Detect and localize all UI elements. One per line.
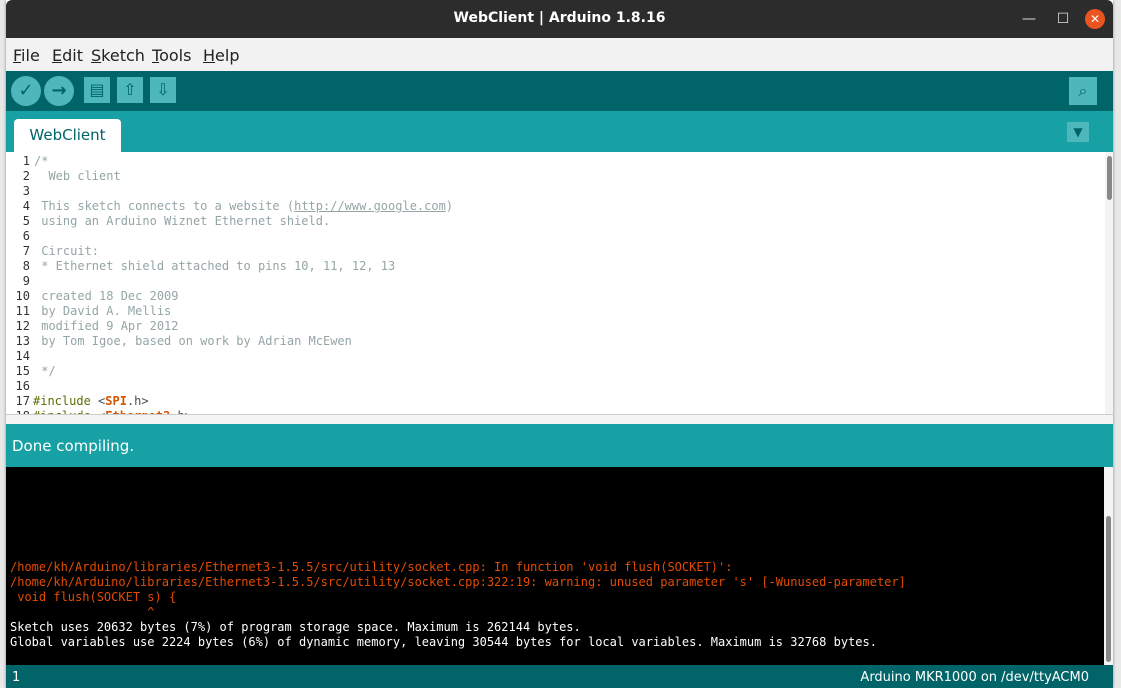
code-token: #include	[33, 394, 91, 408]
menu-tools-label: ools	[159, 46, 192, 65]
code-line: */	[34, 364, 56, 378]
line-number: 2	[22, 169, 30, 183]
console-error-line: /home/kh/Arduino/libraries/Ethernet3-1.5…	[10, 560, 733, 574]
tab-strip: WebClient ▼	[6, 111, 1113, 152]
verify-icon[interactable]: ✓	[11, 76, 41, 106]
line-number: 1	[22, 154, 30, 168]
menu-file-label: ile	[21, 46, 40, 65]
line-number: 6	[22, 229, 30, 243]
code-line: created 18 Dec 2009	[34, 289, 179, 303]
arduino-window: WebClient | Arduino 1.8.16 — ☐ ✕ File Ed…	[6, 0, 1113, 688]
desktop-background-right	[1113, 0, 1121, 688]
code-line: * Ethernet shield attached to pins 10, 1…	[34, 259, 396, 273]
line-number: 5	[22, 214, 30, 228]
line-number: 12	[15, 319, 30, 333]
title-bar[interactable]: WebClient | Arduino 1.8.16 — ☐ ✕	[6, 0, 1113, 38]
code-line: Circuit:	[34, 244, 100, 258]
save-sketch-icon[interactable]: ⇩	[150, 77, 176, 103]
code-line: using an Arduino Wiznet Ethernet shield.	[34, 214, 331, 228]
console-error-line: /home/kh/Arduino/libraries/Ethernet3-1.5…	[10, 575, 906, 589]
tab-menu-icon[interactable]: ▼	[1067, 122, 1089, 142]
tab-webclient[interactable]: WebClient	[14, 119, 121, 152]
line-number: 10	[15, 289, 30, 303]
menu-bar: File Edit Sketch Tools Help	[6, 38, 1113, 71]
line-number: 7	[22, 244, 30, 258]
code-line: This sketch connects to a website (http:…	[34, 199, 453, 214]
code-line: by Tom Igoe, based on work by Adrian McE…	[34, 334, 352, 348]
close-icon[interactable]: ✕	[1085, 9, 1105, 29]
menu-edit[interactable]: Edit	[52, 46, 83, 65]
editor-scrollbar-thumb[interactable]	[1107, 156, 1112, 200]
code-editor[interactable]: 1 /* 2 Web client 3 4 This sketch connects t…	[6, 152, 1113, 414]
window-title: WebClient | Arduino 1.8.16	[453, 10, 666, 26]
code-token: <	[90, 394, 106, 408]
open-sketch-icon[interactable]: ⇧	[117, 77, 143, 103]
code-line: Web client	[34, 169, 121, 183]
menu-help[interactable]: Help	[203, 46, 239, 65]
menu-help-label: elp	[215, 46, 240, 65]
line-number: 9	[22, 274, 30, 288]
toolbar: ✓ → ▤ ⇧ ⇩ ⌕	[6, 71, 1113, 111]
bottom-info-bar: 1 Arduino MKR1000 on /dev/ttyACM0	[6, 665, 1113, 688]
code-line: #include <SPI.h>	[33, 394, 149, 409]
status-message: Done compiling.	[12, 437, 135, 455]
line-number: 15	[15, 364, 30, 378]
menu-sketch[interactable]: Sketch	[91, 46, 145, 65]
menu-edit-mnemonic: E	[52, 46, 63, 65]
menu-file-mnemonic: F	[13, 46, 22, 65]
console-output-line: Sketch uses 20632 bytes (7%) of program …	[10, 620, 581, 634]
code-line: by David A. Mellis	[34, 304, 172, 318]
line-number: 3	[22, 184, 30, 198]
code-token: This sketch connects to a website (	[34, 199, 295, 213]
code-link[interactable]: http://www.google.com	[294, 199, 446, 213]
cursor-line-number: 1	[12, 670, 21, 685]
line-number: 14	[15, 349, 30, 363]
line-number: 13	[15, 334, 30, 348]
status-bar: Done compiling.	[6, 424, 1113, 467]
line-number: 11	[15, 304, 30, 318]
menu-edit-label: dit	[62, 46, 83, 65]
editor-console-divider[interactable]	[6, 414, 1113, 424]
menu-sketch-mnemonic: S	[91, 46, 102, 65]
line-number: 16	[15, 379, 30, 393]
line-number: 4	[22, 199, 30, 213]
code-token: SPI	[105, 394, 127, 408]
menu-file[interactable]: File	[13, 46, 40, 65]
console-scrollbar-thumb[interactable]	[1106, 516, 1111, 662]
line-number: 17	[15, 394, 30, 408]
console-error-line: void flush(SOCKET s) {	[10, 590, 177, 604]
maximize-icon[interactable]: ☐	[1052, 8, 1074, 30]
new-sketch-icon[interactable]: ▤	[84, 77, 110, 103]
menu-tools[interactable]: Tools	[152, 46, 191, 65]
serial-monitor-icon[interactable]: ⌕	[1069, 77, 1097, 105]
console-output-line: Global variables use 2224 bytes (6%) of …	[10, 635, 877, 649]
line-number: 8	[22, 259, 30, 273]
board-port-label: Arduino MKR1000 on /dev/ttyACM0	[860, 670, 1089, 685]
upload-icon[interactable]: →	[44, 76, 74, 106]
menu-tools-mnemonic: T	[152, 46, 160, 65]
menu-help-mnemonic: H	[203, 46, 216, 65]
code-line: modified 9 Apr 2012	[34, 319, 179, 333]
console-output[interactable]: /home/kh/Arduino/libraries/Ethernet3-1.5…	[6, 467, 1104, 665]
console-error-line: ^	[10, 605, 155, 619]
code-token: .h>	[126, 394, 149, 408]
code-token: )	[445, 199, 454, 213]
minimize-icon[interactable]: —	[1018, 8, 1040, 30]
code-line: /*	[34, 154, 49, 168]
menu-sketch-label: ketch	[101, 46, 145, 65]
